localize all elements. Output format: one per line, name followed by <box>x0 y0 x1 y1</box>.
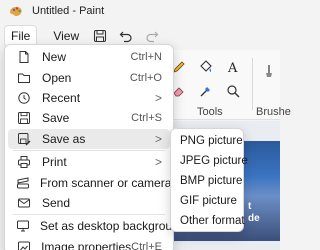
submenu-item-gif[interactable]: GIF picture <box>171 191 243 211</box>
send-icon <box>16 195 32 211</box>
new-file-icon <box>16 49 32 65</box>
file-menu: New Ctrl+N Open Ctrl+O Recent > Save Ctr… <box>4 44 192 250</box>
paint-app-icon <box>8 3 24 19</box>
print-icon <box>16 154 32 170</box>
menu-item-image-properties[interactable]: Image properties Ctrl+E <box>8 237 170 250</box>
text-icon[interactable]: A <box>224 58 242 76</box>
ribbon-divider <box>252 58 253 110</box>
menu-item-shortcut: Ctrl+O <box>129 71 162 84</box>
submenu-item-jpeg[interactable]: JPEG picture <box>171 151 248 171</box>
color-picker-icon[interactable] <box>197 82 215 100</box>
recent-icon <box>16 90 32 106</box>
menu-item-label: Print <box>42 155 67 170</box>
scanner-icon <box>16 175 30 191</box>
fill-bucket-icon[interactable] <box>197 58 215 76</box>
menu-item-set-desktop-background[interactable]: Set as desktop background > <box>8 216 192 236</box>
menu-item-label: Save <box>42 111 70 126</box>
title-bar: Untitled - Paint <box>0 0 280 22</box>
canvas-text-line2: de <box>248 213 260 224</box>
menu-item-shortcut: Ctrl+S <box>131 112 162 125</box>
menu-item-shortcut: Ctrl+N <box>130 51 162 64</box>
canvas-text-line1: t <box>248 201 252 212</box>
save-as-icon <box>16 131 32 147</box>
menu-item-label: Image properties <box>41 239 132 250</box>
menu-item-label: Set as desktop background <box>40 219 186 234</box>
menu-divider <box>13 149 165 151</box>
menu-item-save[interactable]: Save Ctrl+S <box>8 108 170 128</box>
magnifier-icon[interactable] <box>224 82 242 100</box>
menu-item-label: Save as <box>42 131 86 146</box>
menu-item-label: From scanner or camera <box>40 175 172 190</box>
window-title: Untitled - Paint <box>32 5 105 17</box>
menu-item-new[interactable]: New Ctrl+N <box>8 47 170 67</box>
paint-app: Untitled - Paint File View A Tools Brush… <box>0 0 291 250</box>
submenu-item-png[interactable]: PNG picture <box>171 131 243 151</box>
menu-item-send[interactable]: Send <box>8 193 170 213</box>
menu-divider <box>13 214 165 216</box>
menu-item-label: Open <box>42 70 72 85</box>
save-as-submenu: PNG picture JPEG picture BMP picture GIF… <box>170 128 248 232</box>
brushes-group-label: Brushe <box>256 106 291 118</box>
save-icon <box>16 110 32 126</box>
menu-item-label: Recent <box>42 90 81 105</box>
svg-text:A: A <box>227 61 238 75</box>
menu-item-shortcut: Ctrl+E <box>131 240 162 250</box>
menu-item-label: New <box>42 50 67 65</box>
menu-item-label: Send <box>42 195 71 210</box>
menu-item-print[interactable]: Print > <box>8 152 170 172</box>
menu-item-open[interactable]: Open Ctrl+O <box>8 67 170 87</box>
menu-item-recent[interactable]: Recent > <box>8 88 170 108</box>
properties-icon <box>16 239 31 250</box>
desktop-icon <box>16 218 30 234</box>
chevron-right-icon: > <box>154 155 162 170</box>
chevron-right-icon: > <box>154 90 162 105</box>
brush-icon[interactable] <box>260 62 278 80</box>
menu-item-from-scanner[interactable]: From scanner or camera <box>8 172 172 192</box>
folder-icon <box>16 70 32 86</box>
ribbon: A Tools Brushe <box>160 50 291 120</box>
tools-group-label: Tools <box>197 106 223 118</box>
menu-item-save-as[interactable]: Save as > <box>8 128 170 149</box>
submenu-item-other-format[interactable]: Other format <box>171 211 245 231</box>
chevron-right-icon: > <box>154 131 162 146</box>
submenu-item-bmp[interactable]: BMP picture <box>171 171 243 191</box>
